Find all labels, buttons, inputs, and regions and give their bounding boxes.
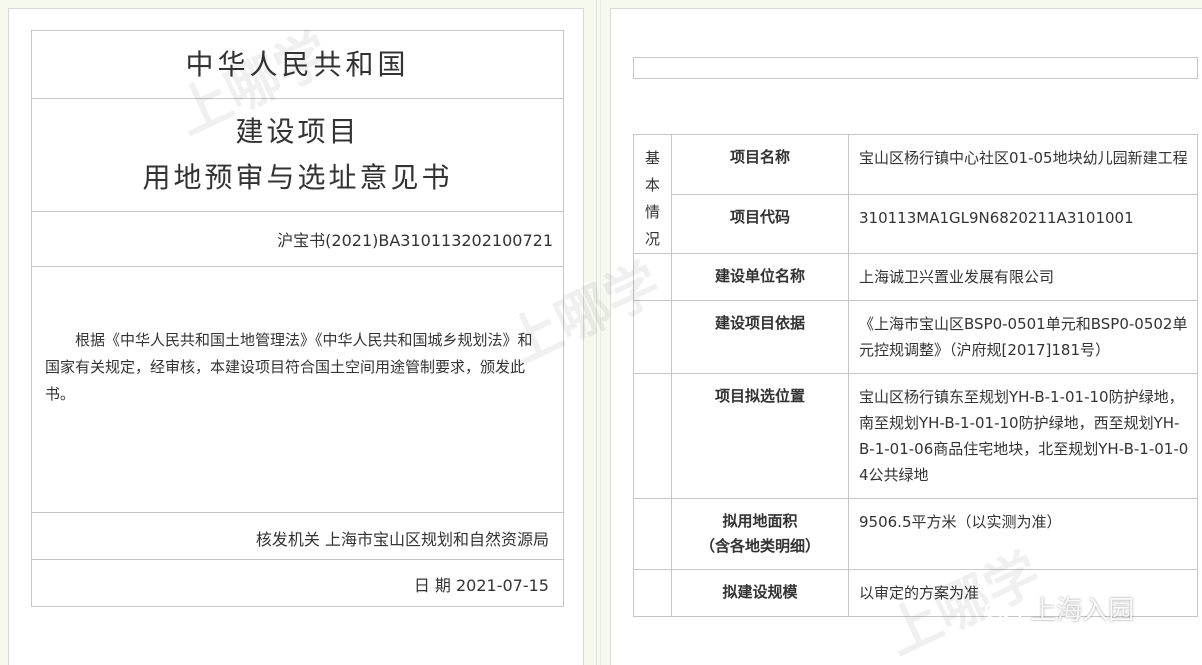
field-value: 9506.5平方米（以实测为准）	[848, 498, 1198, 570]
field-value: 宝山区杨行镇东至规划YH-B-1-01-10防护绿地，南至规划YH-B-1-01…	[848, 373, 1198, 499]
certificate-details-page: 基本情况 项目名称 宝山区杨行镇中心社区01-05地块幼儿园新建工程 项目代码 …	[610, 8, 1202, 665]
field-label: 建设单位名称	[671, 253, 849, 301]
cover-frame: 中华人民共和国 建设项目 用地预审与选址意见书 沪宝书(2021)BA31011…	[31, 30, 564, 607]
table-row: 拟用地面积 （含各地类明细） 9506.5平方米（以实测为准）	[633, 498, 1198, 570]
cert-number-cell: 沪宝书(2021)BA310113202100721	[32, 212, 563, 267]
field-value: 《上海市宝山区BSP0-0501单元和BSP0-0502单元控规调整》（沪府规[…	[848, 300, 1198, 374]
certificate-body-text: 根据《中华人民共和国土地管理法》《中华人民共和国城乡规划法》和国家有关规定，经审…	[45, 331, 533, 403]
issuer-cell: 核发机关 上海市宝山区规划和自然资源局	[32, 513, 563, 560]
issuing-authority: 核发机关 上海市宝山区规划和自然资源局	[255, 530, 549, 549]
country-cell: 中华人民共和国	[32, 31, 563, 99]
field-label: 拟建设规模	[671, 569, 849, 617]
field-label: 拟用地面积 （含各地类明细）	[671, 498, 849, 570]
basic-info-table: 基本情况 项目名称 宝山区杨行镇中心社区01-05地块幼儿园新建工程 项目代码 …	[633, 134, 1198, 617]
issue-date: 日 期 2021-07-15	[413, 576, 549, 595]
table-row: 项目代码 310113MA1GL9N6820211A3101001	[634, 193, 1198, 254]
section-label-continuation	[633, 253, 672, 301]
section-label-continuation	[633, 373, 672, 499]
country-name: 中华人民共和国	[185, 48, 410, 81]
page-divider	[596, 0, 597, 665]
field-value: 上海诚卫兴置业发展有限公司	[848, 253, 1198, 301]
table-row: 基本情况 项目名称 宝山区杨行镇中心社区01-05地块幼儿园新建工程	[633, 134, 1198, 254]
wechat-account-name: 上海入园	[1030, 596, 1135, 626]
date-cell: 日 期 2021-07-15	[32, 560, 563, 607]
field-label: 建设项目依据	[671, 300, 849, 374]
wechat-icon	[984, 599, 1022, 625]
document-title-line2: 用地预审与选址意见书	[142, 161, 453, 194]
section-label: 基本情况	[633, 134, 672, 254]
header-bar	[633, 57, 1198, 79]
page-divider	[600, 0, 601, 665]
section-label-text: 基本情况	[644, 149, 660, 248]
table-row: 项目拟选位置 宝山区杨行镇东至规划YH-B-1-01-10防护绿地，南至规划YH…	[633, 373, 1198, 499]
table-row: 建设项目依据 《上海市宝山区BSP0-0501单元和BSP0-0502单元控规调…	[633, 300, 1198, 374]
section-label-continuation	[633, 300, 672, 374]
field-label: 项目名称	[671, 134, 849, 195]
field-label: 项目代码	[671, 193, 849, 254]
certificate-cover-page: 中华人民共和国 建设项目 用地预审与选址意见书 沪宝书(2021)BA31011…	[8, 8, 584, 665]
body-cell: 根据《中华人民共和国土地管理法》《中华人民共和国城乡规划法》和国家有关规定，经审…	[32, 267, 563, 513]
field-value: 310113MA1GL9N6820211A3101001	[848, 193, 1198, 254]
title-cell: 建设项目 用地预审与选址意见书	[32, 99, 563, 212]
table-row: 建设单位名称 上海诚卫兴置业发展有限公司	[633, 253, 1198, 301]
section-label-continuation	[633, 498, 672, 570]
certificate-number: 沪宝书(2021)BA310113202100721	[277, 231, 553, 250]
document-title-line1: 建设项目	[235, 115, 360, 148]
field-label: 项目拟选位置	[671, 373, 849, 499]
wechat-logo-watermark: 上海入园	[984, 590, 1134, 627]
section-label-continuation	[633, 569, 672, 617]
field-value: 宝山区杨行镇中心社区01-05地块幼儿园新建工程	[848, 134, 1198, 195]
